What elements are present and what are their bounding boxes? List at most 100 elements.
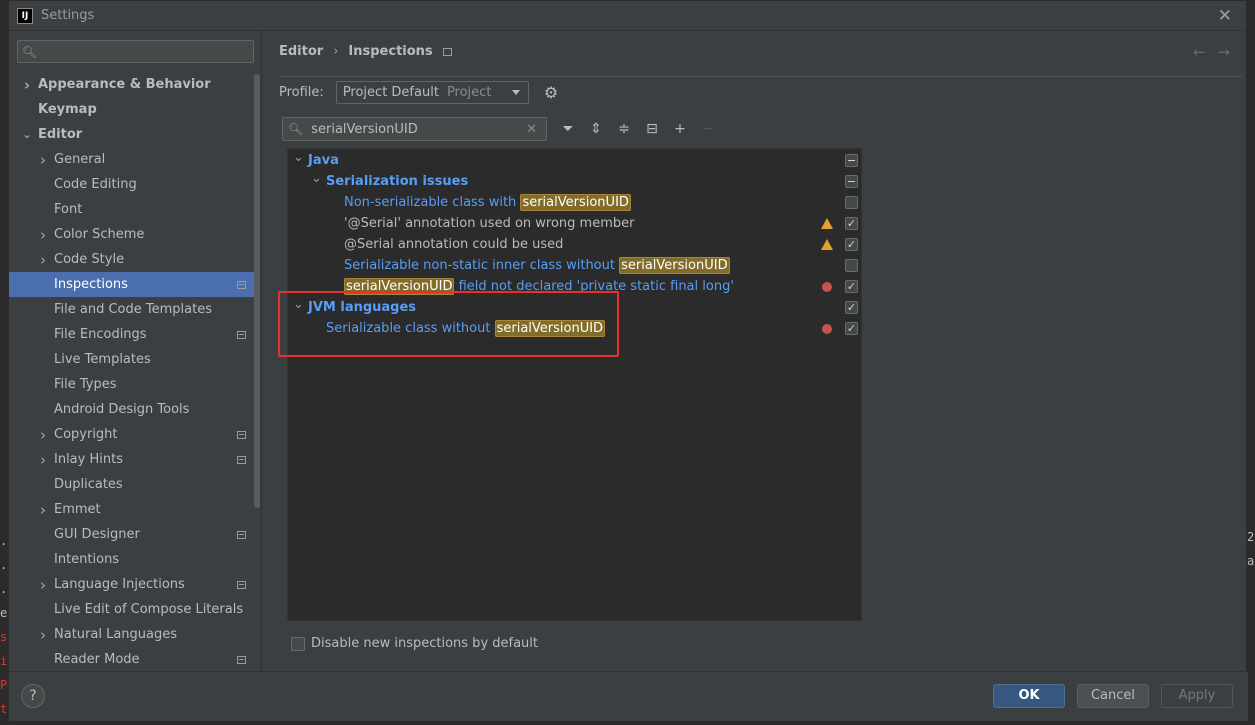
window-title: Settings bbox=[41, 8, 95, 23]
chevron-right-icon[interactable]: › bbox=[37, 501, 49, 519]
breadcrumb-separator: › bbox=[333, 44, 339, 59]
chevron-right-icon[interactable]: › bbox=[37, 451, 49, 469]
sidebar-item-duplicates[interactable]: Duplicates bbox=[9, 472, 254, 497]
chevron-down-icon[interactable]: ⌄ bbox=[293, 150, 304, 165]
inspection-label-text: '@Serial' annotation used on wrong membe… bbox=[344, 216, 635, 231]
sidebar-item-intentions[interactable]: Intentions bbox=[9, 547, 254, 572]
sidebar-item-file-types[interactable]: File Types bbox=[9, 372, 254, 397]
inspection-search-input[interactable]: 🔍︎ serialVersionUID ✕ bbox=[282, 117, 547, 141]
gear-icon[interactable]: ⚙ bbox=[544, 83, 558, 102]
sidebar-item-language-injections[interactable]: › Language Injections bbox=[9, 572, 254, 597]
sidebar-item-label: Code Style bbox=[54, 252, 125, 267]
settings-dialog: IJ Settings ✕ 🔍︎ › Appearance & Behavior K… bbox=[8, 0, 1248, 721]
inspection-label: serialVersionUID field not declared 'pri… bbox=[344, 278, 734, 295]
sidebar-item-gui-designer[interactable]: GUI Designer bbox=[9, 522, 254, 547]
ok-button[interactable]: OK bbox=[993, 684, 1065, 708]
sidebar-item-code-editing[interactable]: Code Editing bbox=[9, 172, 254, 197]
inspection-enabled-checkbox[interactable]: ✓ bbox=[845, 322, 858, 335]
chevron-down-icon[interactable]: ⌄ bbox=[293, 297, 304, 312]
sidebar-item-label: Emmet bbox=[54, 502, 101, 517]
chevron-right-icon[interactable]: › bbox=[21, 76, 33, 94]
inspection-enabled-checkbox[interactable] bbox=[845, 154, 858, 167]
chevron-right-icon[interactable]: › bbox=[37, 626, 49, 644]
chevron-right-icon[interactable]: › bbox=[37, 251, 49, 269]
inspection-enabled-checkbox[interactable]: ✓ bbox=[845, 238, 858, 251]
inspections-panel: Editor › Inspections ← → Profile: Projec… bbox=[263, 31, 1248, 671]
sidebar-item-appearance-behavior[interactable]: › Appearance & Behavior bbox=[9, 72, 254, 97]
clear-search-icon[interactable]: ✕ bbox=[526, 122, 537, 137]
sidebar-item-inlay-hints[interactable]: › Inlay Hints bbox=[9, 447, 254, 472]
sidebar-item-label: General bbox=[54, 152, 106, 167]
sidebar-item-android-design-tools[interactable]: Android Design Tools bbox=[9, 397, 254, 422]
inspection-enabled-checkbox[interactable] bbox=[845, 259, 858, 272]
inspection-row[interactable]: serialVersionUID field not declared 'pri… bbox=[288, 276, 861, 297]
background-code-line: 2 bbox=[1247, 530, 1255, 544]
sidebar-item-live-edit-of-compose-literals[interactable]: Live Edit of Compose Literals bbox=[9, 597, 254, 622]
inspection-row[interactable]: Serializable class without serialVersion… bbox=[288, 318, 861, 339]
sidebar-item-label: Live Templates bbox=[54, 352, 151, 367]
background-code-line: i bbox=[0, 654, 8, 668]
sidebar-item-file-encodings[interactable]: File Encodings bbox=[9, 322, 254, 347]
sidebar-item-label: Editor bbox=[38, 127, 83, 142]
inspection-row[interactable]: @Serial annotation could be used ✓ bbox=[288, 234, 861, 255]
sidebar-item-live-templates[interactable]: Live Templates bbox=[9, 347, 254, 372]
back-arrow-icon[interactable]: ← bbox=[1193, 43, 1206, 61]
sidebar-item-color-scheme[interactable]: › Color Scheme bbox=[9, 222, 254, 247]
sidebar-item-natural-languages[interactable]: › Natural Languages bbox=[9, 622, 254, 647]
add-icon[interactable]: + bbox=[673, 121, 687, 137]
breadcrumb-editor[interactable]: Editor bbox=[279, 44, 323, 59]
profile-value: Project Default bbox=[342, 85, 439, 100]
inspection-enabled-checkbox[interactable]: ✓ bbox=[845, 280, 858, 293]
inspection-row[interactable]: Non-serializable class with serialVersio… bbox=[288, 192, 861, 213]
close-icon[interactable]: ✕ bbox=[1218, 6, 1232, 26]
inspection-enabled-checkbox[interactable]: ✓ bbox=[845, 217, 858, 230]
breadcrumb: Editor › Inspections bbox=[279, 44, 452, 59]
sidebar-item-label: Inspections bbox=[54, 277, 128, 292]
sidebar-item-inspections[interactable]: Inspections bbox=[9, 272, 254, 297]
filter-icon[interactable]: ⏷ bbox=[561, 121, 575, 137]
inspection-group-row[interactable]: ⌄ Java bbox=[288, 150, 861, 171]
inspection-enabled-checkbox[interactable] bbox=[845, 196, 858, 209]
help-button[interactable]: ? bbox=[21, 684, 45, 708]
profile-dropdown[interactable]: Project Default Project bbox=[335, 81, 529, 104]
inspection-group-row[interactable]: ⌄ JVM languages ✓ bbox=[288, 297, 861, 318]
forward-arrow-icon[interactable]: → bbox=[1217, 43, 1230, 61]
chevron-right-icon[interactable]: › bbox=[37, 226, 49, 244]
chevron-down-icon[interactable]: ⌄ bbox=[311, 171, 322, 186]
sidebar-item-reader-mode[interactable]: Reader Mode bbox=[9, 647, 254, 672]
sidebar-item-file-and-code-templates[interactable]: File and Code Templates bbox=[9, 297, 254, 322]
sidebar-item-code-style[interactable]: › Code Style bbox=[9, 247, 254, 272]
breadcrumb-inspections: Inspections bbox=[348, 44, 433, 59]
sidebar-item-label: Font bbox=[54, 202, 83, 217]
sidebar-item-font[interactable]: Font bbox=[9, 197, 254, 222]
disable-new-inspections[interactable]: Disable new inspections by default bbox=[291, 636, 538, 651]
sidebar-search-input[interactable]: 🔍︎ bbox=[17, 40, 254, 63]
sidebar-item-copyright[interactable]: › Copyright bbox=[9, 422, 254, 447]
sidebar-item-label: Code Editing bbox=[54, 177, 137, 192]
project-scope-icon bbox=[237, 530, 246, 539]
project-scope-icon bbox=[237, 580, 246, 589]
project-scope-icon bbox=[237, 280, 246, 289]
background-code-line: t bbox=[0, 702, 8, 716]
disable-new-inspections-checkbox[interactable] bbox=[291, 636, 305, 651]
inspection-enabled-checkbox[interactable]: ✓ bbox=[845, 301, 858, 314]
sidebar-item-editor[interactable]: ⌄ Editor bbox=[9, 122, 254, 147]
inspection-row[interactable]: Serializable non-static inner class with… bbox=[288, 255, 861, 276]
sidebar-scrollbar[interactable] bbox=[254, 74, 260, 508]
reset-to-default-icon[interactable]: ⊟ bbox=[645, 121, 659, 137]
inspection-enabled-checkbox[interactable] bbox=[845, 175, 858, 188]
cancel-button[interactable]: Cancel bbox=[1077, 684, 1149, 708]
inspection-group-row[interactable]: ⌄ Serialization issues bbox=[288, 171, 861, 192]
sidebar-item-emmet[interactable]: › Emmet bbox=[9, 497, 254, 522]
chevron-right-icon[interactable]: › bbox=[37, 426, 49, 444]
collapse-all-icon[interactable]: ≑ bbox=[617, 121, 631, 137]
chevron-right-icon[interactable]: › bbox=[37, 151, 49, 169]
expand-all-icon[interactable]: ⇕ bbox=[589, 121, 603, 137]
inspection-row[interactable]: '@Serial' annotation used on wrong membe… bbox=[288, 213, 861, 234]
sidebar-item-keymap[interactable]: Keymap bbox=[9, 97, 254, 122]
chevron-down-icon[interactable]: ⌄ bbox=[21, 128, 33, 141]
sidebar-item-general[interactable]: › General bbox=[9, 147, 254, 172]
chevron-right-icon[interactable]: › bbox=[37, 576, 49, 594]
remove-icon: − bbox=[702, 121, 714, 137]
profile-label: Profile: bbox=[279, 85, 324, 100]
